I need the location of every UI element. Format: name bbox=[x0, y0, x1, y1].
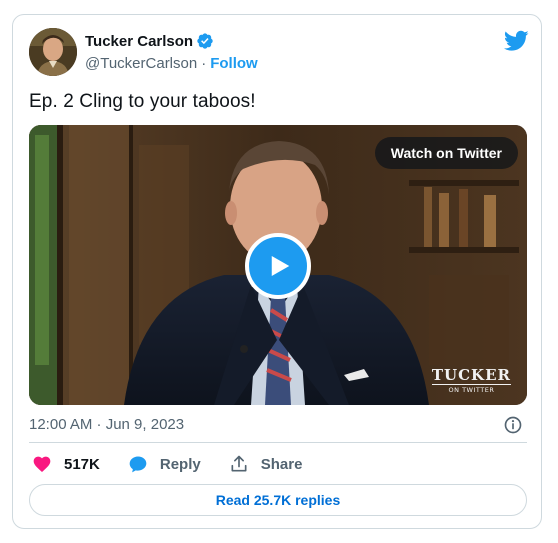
separator-dot: · bbox=[201, 55, 207, 72]
video-player[interactable]: Watch on Twitter TUCKER ON TWITTER bbox=[29, 125, 527, 405]
like-count: 517K bbox=[64, 455, 100, 473]
reply-button[interactable]: Reply bbox=[128, 454, 201, 474]
tweet-embed-card: Tucker Carlson @TuckerCarlson · Follow E… bbox=[12, 14, 542, 529]
author-handle-row: @TuckerCarlson · Follow bbox=[85, 55, 258, 72]
share-label: Share bbox=[260, 455, 303, 473]
reply-label: Reply bbox=[159, 455, 201, 473]
author-name-row: Tucker Carlson bbox=[85, 32, 214, 50]
play-icon bbox=[271, 256, 290, 276]
tweet-actions: 517K Reply Share bbox=[32, 453, 302, 475]
avatar[interactable] bbox=[29, 28, 77, 76]
info-icon[interactable] bbox=[503, 415, 523, 435]
watermark-title: TUCKER bbox=[431, 366, 511, 384]
share-button[interactable]: Share bbox=[229, 454, 303, 474]
verified-badge-icon bbox=[196, 32, 214, 50]
read-replies-button[interactable]: Read 25.7K replies bbox=[29, 484, 527, 516]
heart-icon bbox=[33, 456, 51, 472]
tweet-timestamp[interactable]: 12:00 AM · Jun 9, 2023 bbox=[29, 416, 184, 433]
follow-button[interactable]: Follow bbox=[210, 55, 258, 72]
author-display-name[interactable]: Tucker Carlson bbox=[85, 33, 193, 50]
tweet-header: Tucker Carlson @TuckerCarlson · Follow bbox=[29, 28, 529, 78]
reply-bubble-icon bbox=[129, 456, 147, 473]
play-button[interactable] bbox=[245, 233, 311, 299]
watch-on-twitter-button[interactable]: Watch on Twitter bbox=[374, 137, 518, 169]
like-button[interactable]: 517K bbox=[32, 454, 100, 474]
twitter-bird-icon[interactable] bbox=[503, 30, 529, 52]
watermark-subtitle: ON TWITTER bbox=[431, 384, 511, 394]
share-icon bbox=[231, 455, 247, 472]
video-watermark: TUCKER ON TWITTER bbox=[431, 366, 511, 394]
divider bbox=[29, 442, 527, 443]
tweet-text: Ep. 2 Cling to your taboos! bbox=[29, 91, 256, 112]
author-handle[interactable]: @TuckerCarlson bbox=[85, 55, 197, 72]
